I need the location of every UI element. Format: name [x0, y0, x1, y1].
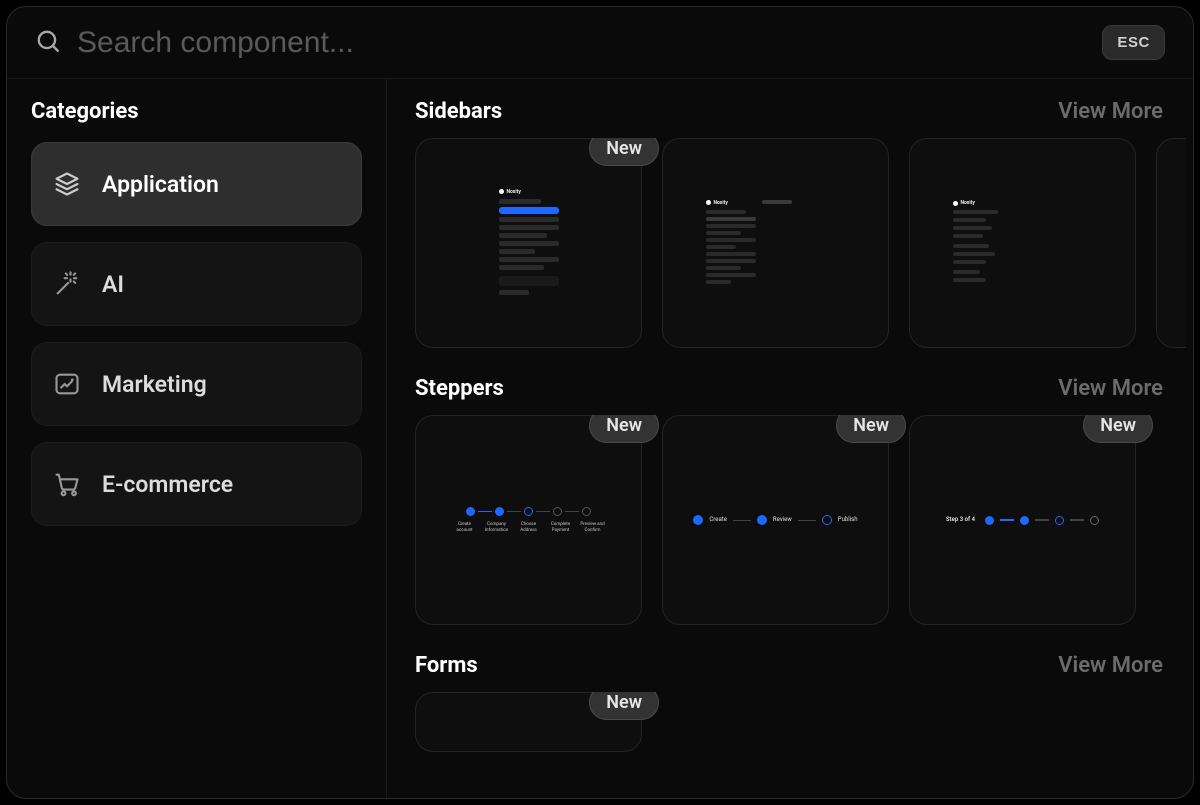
component-card[interactable]: Noxity [909, 138, 1136, 348]
cart-icon [52, 469, 82, 499]
categories-sidebar: Categories Application AI Marketing [7, 79, 387, 798]
component-card-peek[interactable] [1156, 138, 1186, 348]
preview-thumbnail: Noxity [499, 189, 559, 298]
component-card[interactable]: New Noxity [415, 138, 642, 348]
component-search-dialog: ESC Categories Application AI Ma [6, 6, 1194, 799]
layers-icon [52, 169, 82, 199]
preview-thumbnail: Create account Company Information Choos… [452, 507, 606, 533]
component-card[interactable]: New Step 3 of 4 [909, 415, 1136, 625]
view-more-sidebars[interactable]: View More [1058, 99, 1163, 124]
category-label: Marketing [102, 371, 207, 398]
preview-thumbnail: Step 3 of 4 [946, 516, 1099, 525]
search-icon [35, 28, 61, 58]
section-title: Steppers [415, 376, 504, 401]
results-panel: Sidebars View More New Noxity [387, 79, 1193, 798]
category-label: AI [102, 271, 124, 298]
section-sidebars: Sidebars View More New Noxity [415, 99, 1193, 348]
new-badge: New [589, 692, 659, 720]
esc-button[interactable]: ESC [1102, 25, 1165, 60]
section-title: Forms [415, 653, 478, 678]
category-ecommerce[interactable]: E-commerce [31, 442, 362, 526]
new-badge: New [1083, 415, 1153, 443]
component-card[interactable]: New Create Review Publish [662, 415, 889, 625]
component-card[interactable]: New [415, 692, 642, 752]
category-application[interactable]: Application [31, 142, 362, 226]
preview-thumbnail: Noxity [953, 200, 1013, 286]
preview-thumbnail: Create Review Publish [693, 515, 857, 525]
preview-thumbnail: Noxity Page Name [706, 200, 846, 287]
photo-chart-icon [52, 369, 82, 399]
section-steppers: Steppers View More New [415, 376, 1193, 625]
search-bar: ESC [7, 7, 1193, 79]
section-title: Sidebars [415, 99, 502, 124]
new-badge: New [589, 415, 659, 443]
dialog-body: Categories Application AI Marketing [7, 79, 1193, 798]
search-input[interactable] [77, 26, 1086, 60]
category-label: Application [102, 171, 219, 198]
wand-sparkle-icon [52, 269, 82, 299]
section-forms: Forms View More New [415, 653, 1193, 752]
component-card[interactable]: Noxity Page Name [662, 138, 889, 348]
view-more-forms[interactable]: View More [1058, 653, 1163, 678]
view-more-steppers[interactable]: View More [1058, 376, 1163, 401]
new-badge: New [589, 138, 659, 166]
category-label: E-commerce [102, 471, 233, 498]
component-card[interactable]: New Create account Compan [415, 415, 642, 625]
sidebar-title: Categories [31, 99, 362, 124]
category-marketing[interactable]: Marketing [31, 342, 362, 426]
category-ai[interactable]: AI [31, 242, 362, 326]
new-badge: New [836, 415, 906, 443]
